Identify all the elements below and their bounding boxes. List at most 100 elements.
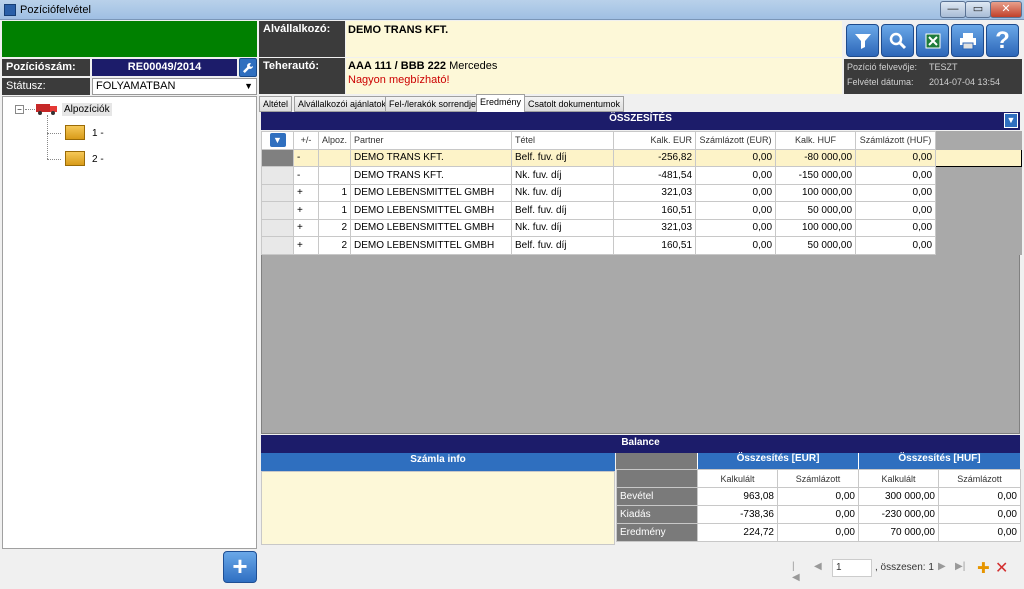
last-page-icon[interactable]: ▶| — [955, 561, 965, 572]
prev-page-icon[interactable]: ◀ — [814, 561, 822, 572]
column-header[interactable]: Számlázott (EUR) — [695, 131, 777, 150]
balance-value: 300 000,00 — [858, 487, 939, 506]
balance-value: 0,00 — [777, 505, 859, 524]
cell-invoiced-eur: 0,00 — [695, 201, 777, 220]
tab-altetel[interactable]: Altétel — [259, 96, 293, 112]
add-button[interactable]: + — [223, 551, 257, 583]
sub-header: Kalkulált — [858, 469, 939, 488]
balance-value: 0,00 — [777, 487, 859, 506]
cell-subpos — [317, 148, 352, 167]
cell-sign: + — [293, 201, 319, 220]
balance-value: 0,00 — [938, 523, 1021, 542]
balance-value: 963,08 — [697, 487, 778, 506]
print-button[interactable] — [951, 24, 984, 57]
empty-cell — [935, 166, 1023, 185]
column-header[interactable]: Partner — [350, 131, 513, 150]
cell-subpos: 2 — [317, 236, 352, 255]
tab-loading-order[interactable]: Fel-/lerakók sorrendje — [385, 96, 481, 112]
cell-calc-eur: 160,51 — [613, 201, 697, 220]
tree-child-label[interactable]: 2 - — [92, 154, 104, 165]
close-button[interactable]: ✕ — [990, 1, 1022, 18]
balance-value: 70 000,00 — [858, 523, 939, 542]
tree-root-label[interactable]: Alpozíciók — [62, 103, 112, 116]
filter-icon: ▼ — [269, 133, 286, 148]
cell-item: Belf. fuv. díj — [511, 236, 615, 255]
row-header[interactable] — [261, 201, 294, 220]
tree-line — [25, 109, 35, 110]
table-row[interactable]: + 1 DEMO LEBENSMITTEL GMBH Belf. fuv. dí… — [261, 201, 1023, 220]
minimize-button[interactable]: — — [940, 1, 966, 18]
cell-item: Belf. fuv. díj — [511, 148, 615, 167]
cell-partner: DEMO LEBENSMITTEL GMBH — [350, 236, 513, 255]
row-header[interactable] — [261, 218, 294, 237]
balance-title: Balance — [261, 435, 1020, 453]
cell-invoiced-huf: 0,00 — [855, 183, 937, 202]
cell-sign: + — [293, 218, 319, 237]
page-number-input[interactable]: 1 — [832, 559, 872, 577]
table-row[interactable]: + 2 DEMO LEBENSMITTEL GMBH Nk. fuv. díj … — [261, 218, 1023, 237]
maximize-button[interactable]: ▭ — [965, 1, 991, 18]
invoice-info-area[interactable] — [261, 471, 615, 545]
empty-cell — [935, 201, 1023, 220]
empty-cell — [935, 236, 1023, 255]
tree-collapse-icon[interactable]: − — [15, 105, 24, 114]
sub-header: Kalkulált — [697, 469, 778, 488]
cell-invoiced-eur: 0,00 — [695, 183, 777, 202]
filter-button[interactable] — [846, 24, 879, 57]
search-button[interactable] — [881, 24, 914, 57]
cell-calc-eur: 160,51 — [613, 236, 697, 255]
cell-calc-huf: 100 000,00 — [775, 183, 857, 202]
balance-grid: Kalkulált Számlázott Kalkulált Számlázot… — [616, 469, 1021, 542]
column-header[interactable]: Kalk. EUR — [613, 131, 697, 150]
row-header[interactable] — [261, 166, 294, 185]
filter-cell[interactable]: ▼ — [261, 131, 294, 150]
selection-marker — [935, 148, 1023, 167]
wrench-icon[interactable] — [239, 58, 257, 77]
table-row[interactable]: + 1 DEMO LEBENSMITTEL GMBH Nk. fuv. díj … — [261, 183, 1023, 202]
package-icon — [65, 125, 85, 140]
delete-record-icon[interactable]: ✕ — [995, 558, 1008, 578]
sub-header: Számlázott — [938, 469, 1021, 488]
column-header[interactable]: Számlázott (HUF) — [855, 131, 937, 150]
balance-row-label: Eredmény — [616, 523, 698, 542]
cell-subpos: 2 — [317, 218, 352, 237]
add-record-icon[interactable]: ✚ — [977, 559, 990, 577]
truck-icon — [36, 102, 60, 119]
table-row[interactable]: + 2 DEMO LEBENSMITTEL GMBH Belf. fuv. dí… — [261, 236, 1023, 255]
cell-calc-huf: 100 000,00 — [775, 218, 857, 237]
first-page-icon[interactable]: |◀ — [792, 561, 800, 583]
tab-attached-documents[interactable]: Csatolt dokumentumok — [524, 96, 625, 112]
excel-export-button[interactable] — [916, 24, 949, 57]
tab-result[interactable]: Eredmény — [476, 94, 526, 112]
cell-calc-eur: 321,03 — [613, 183, 697, 202]
status-select[interactable]: FOLYAMATBAN ▼ — [92, 78, 257, 95]
balance-row: Bevétel 963,08 0,00 300 000,00 0,00 — [616, 487, 1021, 506]
column-header[interactable]: +/- — [293, 131, 319, 150]
empty-header — [935, 131, 1023, 150]
invoice-info-header: Számla info — [261, 453, 615, 471]
row-header[interactable] — [261, 148, 294, 167]
cell-invoiced-huf: 0,00 — [855, 218, 937, 237]
row-header[interactable] — [261, 183, 294, 202]
row-header[interactable] — [261, 236, 294, 255]
table-row[interactable]: - DEMO TRANS KFT. Belf. fuv. díj -256,82… — [261, 148, 1023, 167]
cell-calc-huf: -80 000,00 — [775, 148, 857, 167]
empty-cell — [935, 218, 1023, 237]
tab-subcontractor-offers[interactable]: Alvállalkozói ajánlatok — [294, 96, 391, 112]
help-button[interactable]: ? — [986, 24, 1019, 57]
tree-child-label[interactable]: 1 - — [92, 128, 104, 139]
date-label: Felvétel dátuma: — [847, 77, 914, 87]
cell-invoiced-huf: 0,00 — [855, 201, 937, 220]
cell-invoiced-eur: 0,00 — [695, 218, 777, 237]
column-header[interactable]: Kalk. HUF — [775, 131, 857, 150]
collapse-icon[interactable]: ▼ — [1004, 113, 1018, 128]
column-header[interactable]: Alpoz. — [317, 131, 352, 150]
cell-sign: - — [293, 166, 319, 185]
position-number-label: Pozíciószám: — [2, 59, 90, 76]
cell-subpos: 1 — [317, 201, 352, 220]
cell-partner: DEMO LEBENSMITTEL GMBH — [350, 218, 513, 237]
table-row[interactable]: - DEMO TRANS KFT. Nk. fuv. díj -481,54 0… — [261, 166, 1023, 185]
cell-calc-huf: 50 000,00 — [775, 201, 857, 220]
next-page-icon[interactable]: ▶ — [938, 561, 946, 572]
column-header[interactable]: Tétel — [511, 131, 615, 150]
